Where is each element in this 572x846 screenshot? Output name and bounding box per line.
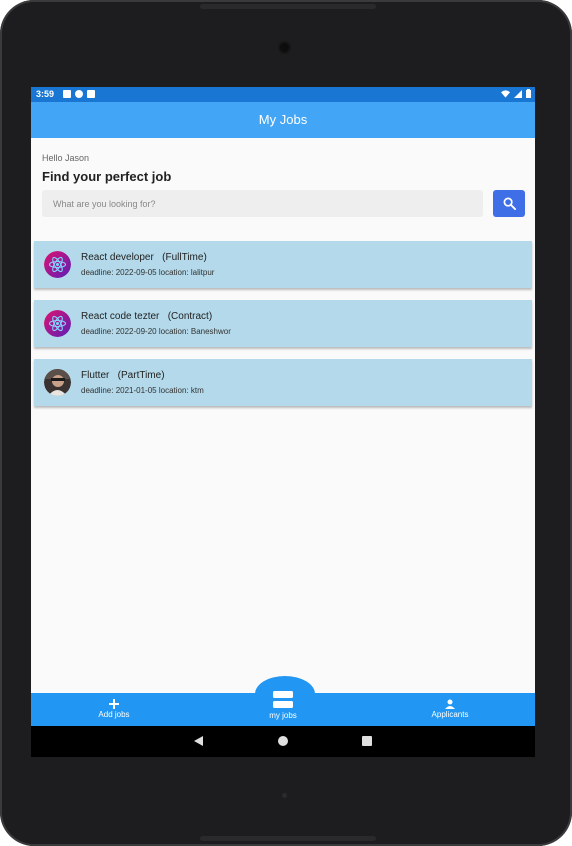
status-time: 3:59 xyxy=(36,89,55,99)
search-button[interactable] xyxy=(493,190,525,217)
job-meta: deadline: 2021-01-05 location: ktm xyxy=(81,386,204,395)
device-sensor xyxy=(282,793,287,798)
front-camera xyxy=(280,43,289,52)
nav-label: Applicants xyxy=(431,710,469,719)
home-icon[interactable] xyxy=(278,736,288,746)
device-top-edge xyxy=(200,4,376,9)
react-logo-icon xyxy=(44,310,71,337)
sd-card-icon xyxy=(87,90,95,98)
list-icon xyxy=(273,691,293,708)
greeting-text: Hello Jason xyxy=(42,153,90,163)
app-bar: My Jobs xyxy=(31,102,535,138)
plus-icon xyxy=(109,699,119,709)
react-logo-icon xyxy=(44,251,71,278)
signal-icon xyxy=(514,89,522,98)
job-card[interactable]: React code tezter (Contract) deadline: 2… xyxy=(34,300,532,347)
device-bottom-edge xyxy=(200,836,376,841)
system-status-icons xyxy=(501,89,531,98)
headline: Find your perfect job xyxy=(42,169,172,184)
page-title: My Jobs xyxy=(258,112,308,127)
person-icon xyxy=(445,699,455,709)
job-title: React code tezter (Contract) xyxy=(81,311,213,322)
nav-label: my jobs xyxy=(269,711,297,720)
notification-icon xyxy=(63,90,71,98)
nav-applicants[interactable]: Applicants xyxy=(405,699,495,719)
app-notification-icon xyxy=(75,90,83,98)
job-title: React developer (FullTime) xyxy=(81,252,207,263)
person-photo-avatar xyxy=(44,369,71,396)
tablet-frame: 3:59 My Jobs Hello Jason Find your perfe… xyxy=(0,0,572,846)
nav-label: Add jobs xyxy=(98,710,130,719)
nav-add-jobs[interactable]: Add jobs xyxy=(69,699,159,719)
recent-apps-icon[interactable] xyxy=(362,736,372,746)
search-input[interactable] xyxy=(42,190,483,217)
system-navigation-bar xyxy=(31,726,535,757)
status-bar: 3:59 xyxy=(31,87,535,102)
back-icon[interactable] xyxy=(194,736,203,746)
wifi-icon xyxy=(501,89,510,98)
job-title: Flutter (PartTime) xyxy=(81,370,165,381)
search-icon xyxy=(503,197,516,210)
nav-my-jobs[interactable]: my jobs xyxy=(238,690,328,720)
job-meta: deadline: 2022-09-20 location: Baneshwor xyxy=(81,327,231,336)
job-card[interactable]: React developer (FullTime) deadline: 202… xyxy=(34,241,532,288)
job-card[interactable]: Flutter (PartTime) deadline: 2021-01-05 … xyxy=(34,359,532,406)
notification-icons xyxy=(63,90,95,98)
app-screen: 3:59 My Jobs Hello Jason Find your perfe… xyxy=(31,87,535,757)
battery-icon xyxy=(526,89,531,98)
job-meta: deadline: 2022-09-05 location: lalitpur xyxy=(81,268,215,277)
